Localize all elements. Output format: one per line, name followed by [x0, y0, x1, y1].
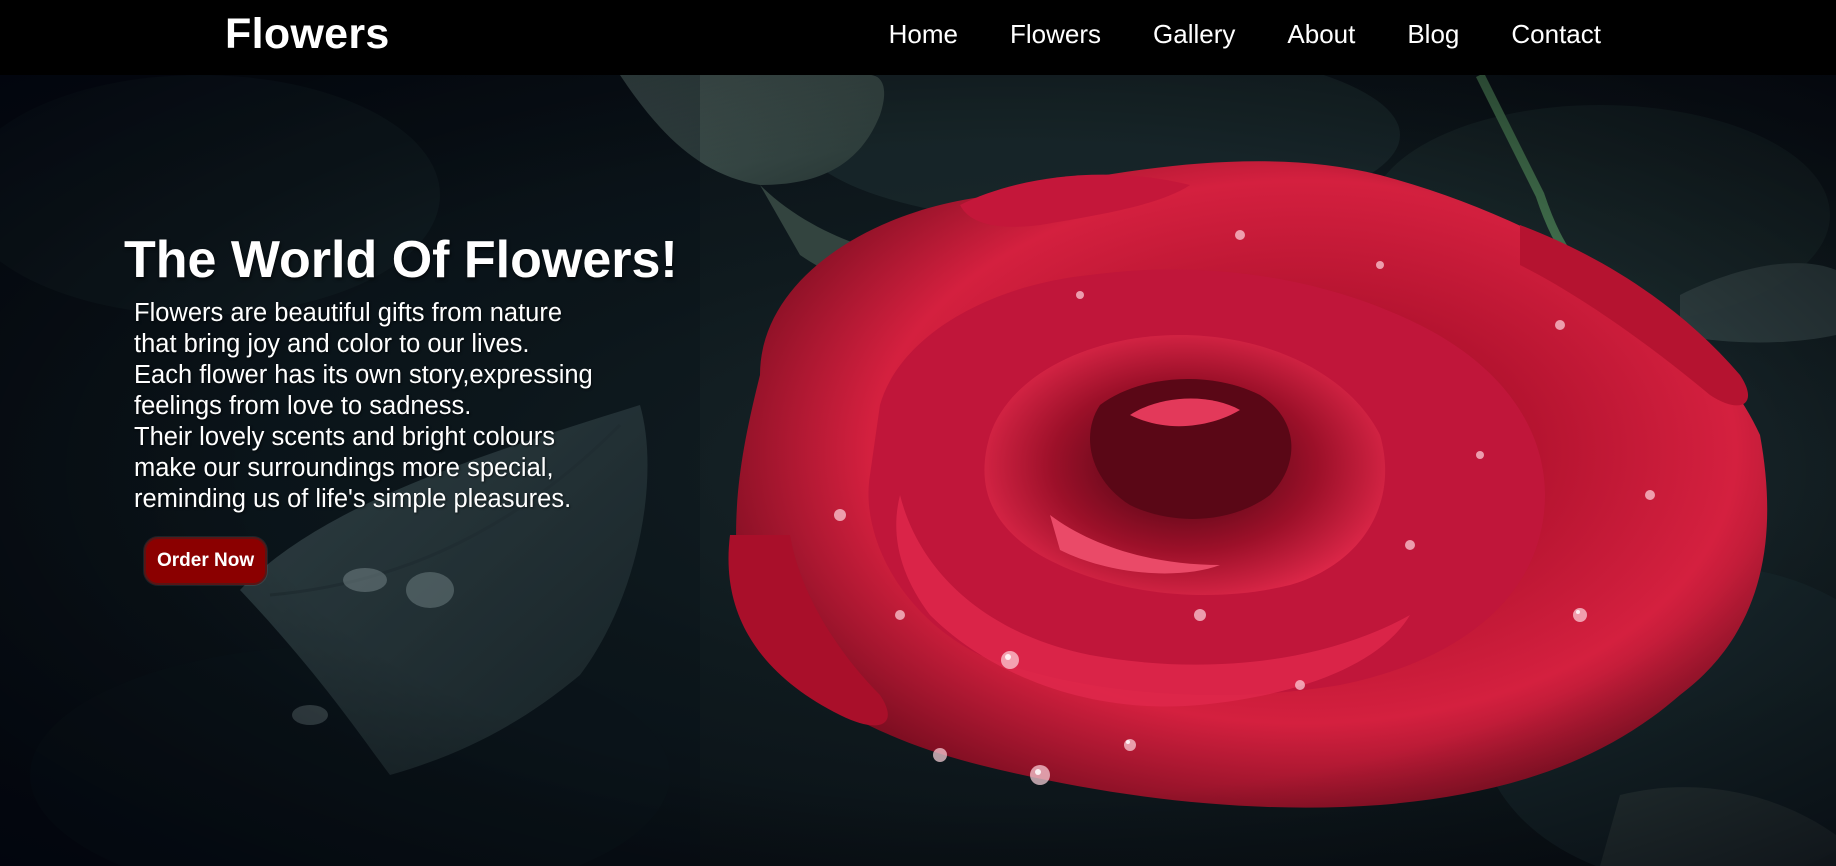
- hero-description-line: make our surroundings more special,: [134, 454, 554, 482]
- page: Flowers Home Flowers Gallery About Blog …: [0, 0, 1836, 866]
- nav-link-contact[interactable]: Contact: [1511, 19, 1601, 50]
- navbar: Flowers Home Flowers Gallery About Blog …: [0, 0, 1836, 75]
- nav-link-flowers[interactable]: Flowers: [1010, 19, 1101, 50]
- hero-section: The World Of Flowers! Flowers are beauti…: [0, 75, 1836, 866]
- hero-content: The World Of Flowers! Flowers are beauti…: [124, 230, 678, 585]
- nav-link-blog[interactable]: Blog: [1407, 19, 1459, 50]
- hero-description-line: reminding us of life's simple pleasures.: [134, 485, 572, 513]
- nav-menu: Home Flowers Gallery About Blog Contact: [837, 0, 1601, 68]
- nav-link-about[interactable]: About: [1287, 19, 1355, 50]
- order-now-button[interactable]: Order Now: [144, 537, 268, 585]
- hero-description-line: Their lovely scents and bright colours: [134, 423, 555, 451]
- hero-title: The World Of Flowers!: [124, 231, 678, 289]
- hero-description-line: that bring joy and color to our lives.: [134, 330, 530, 358]
- nav-link-gallery[interactable]: Gallery: [1153, 19, 1235, 50]
- site-logo[interactable]: Flowers: [225, 10, 390, 59]
- nav-link-home[interactable]: Home: [889, 19, 958, 50]
- hero-description: Flowers are beautiful gifts from nature …: [134, 298, 678, 515]
- hero-description-line: Each flower has its own story,expressing: [134, 361, 593, 389]
- hero-description-line: feelings from love to sadness.: [134, 392, 472, 420]
- hero-description-line: Flowers are beautiful gifts from nature: [134, 299, 563, 327]
